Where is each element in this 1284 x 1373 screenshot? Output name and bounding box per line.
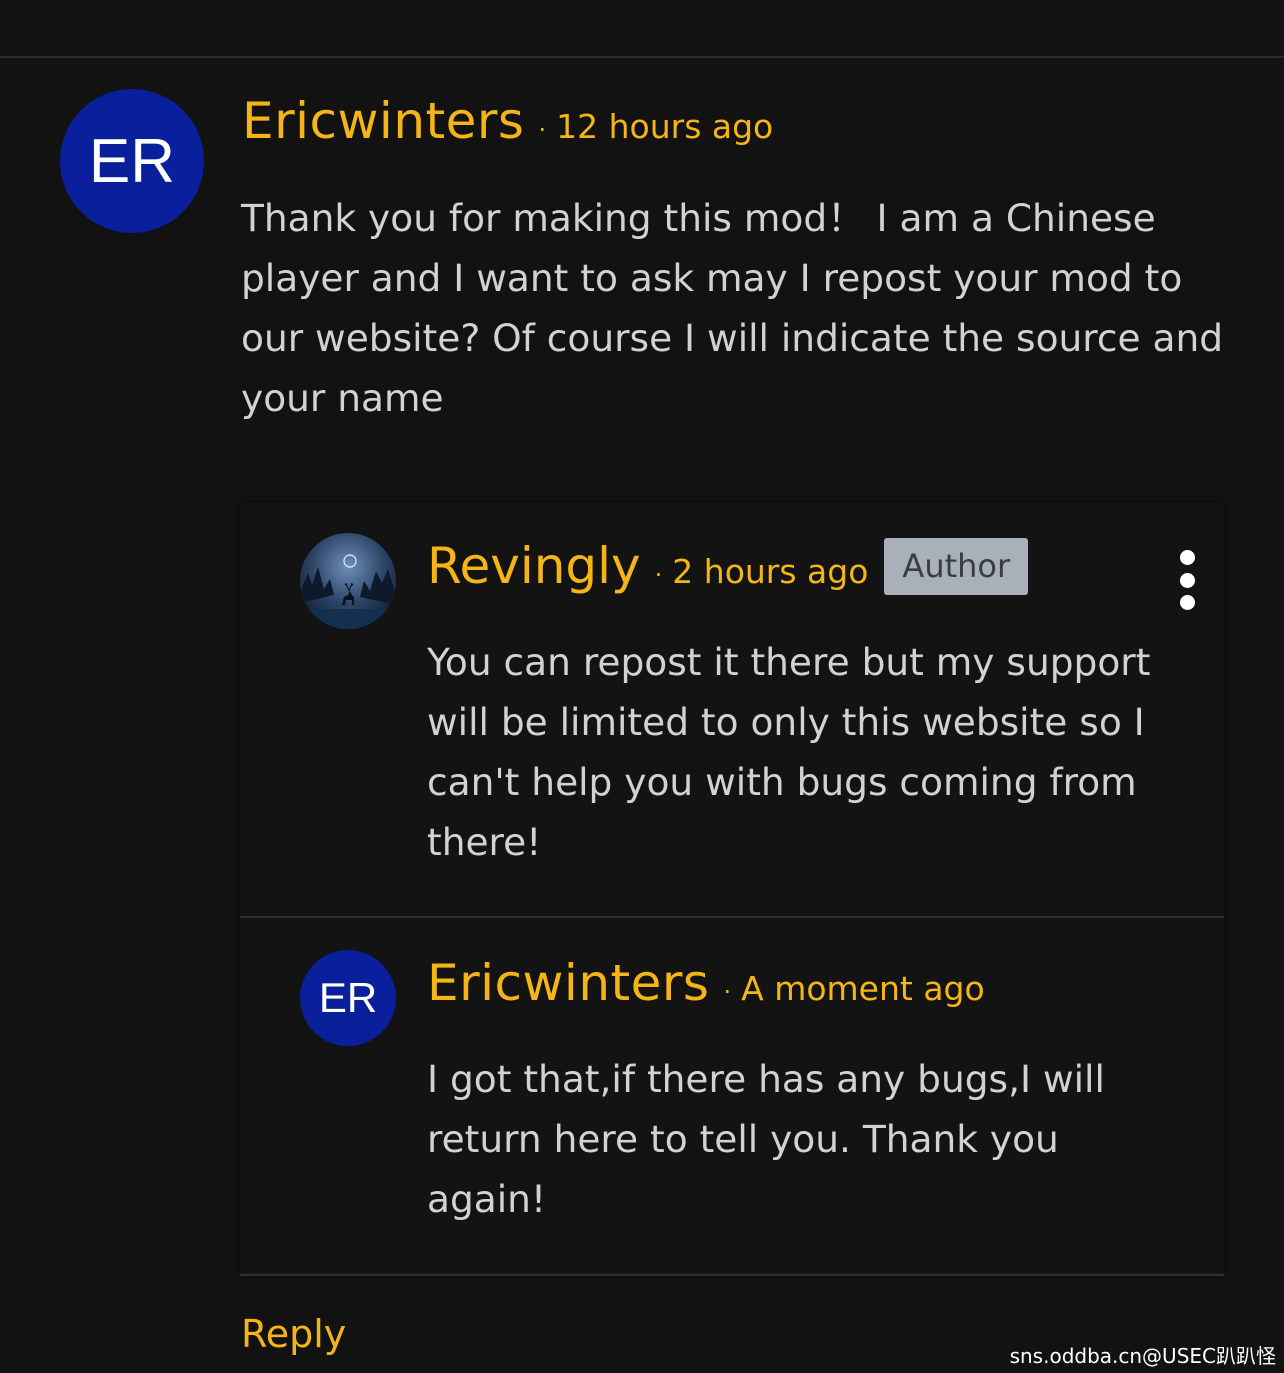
- reply-divider: [240, 1274, 1224, 1276]
- comment-thread-page: ER Ericwinters · 12 hours ago Thank you …: [0, 0, 1284, 1373]
- deer-forest-icon: [300, 533, 396, 629]
- author-name[interactable]: Ericwinters: [427, 954, 709, 1012]
- kebab-menu-icon[interactable]: [1170, 550, 1204, 610]
- reply-header: Ericwinters · A moment ago: [427, 954, 985, 1012]
- separator-dot: ·: [723, 978, 732, 1006]
- author-badge: Author: [884, 537, 1029, 595]
- avatar[interactable]: ER: [300, 950, 396, 1046]
- timestamp: 12 hours ago: [556, 107, 774, 146]
- menu-dot: [1179, 595, 1195, 610]
- reply-body: You can repost it there but my support w…: [427, 640, 1151, 864]
- separator-dot: ·: [538, 116, 547, 144]
- reply-divider: [240, 916, 1224, 918]
- reply-header: Revingly · 2 hours ago Author: [427, 537, 1029, 595]
- reply-button[interactable]: Reply: [241, 1312, 346, 1356]
- timestamp: A moment ago: [741, 969, 985, 1008]
- author-name[interactable]: Ericwinters: [242, 92, 524, 150]
- menu-dot: [1179, 550, 1195, 565]
- comment-body: Thank you for making this mod！ I am a Ch…: [241, 196, 1224, 420]
- avatar[interactable]: ER: [60, 89, 204, 233]
- menu-dot: [1179, 572, 1195, 588]
- separator-dot: ·: [654, 561, 663, 589]
- timestamp: 2 hours ago: [672, 552, 869, 591]
- top-divider: [0, 56, 1284, 58]
- watermark: sns.oddba.cn@USEC趴趴怪: [1009, 1344, 1276, 1368]
- comment-header: Ericwinters · 12 hours ago: [242, 92, 773, 150]
- author-name[interactable]: Revingly: [427, 537, 641, 595]
- reply-body: I got that,if there has any bugs,I will …: [427, 1057, 1105, 1221]
- deer-forest-avatar[interactable]: [300, 533, 396, 629]
